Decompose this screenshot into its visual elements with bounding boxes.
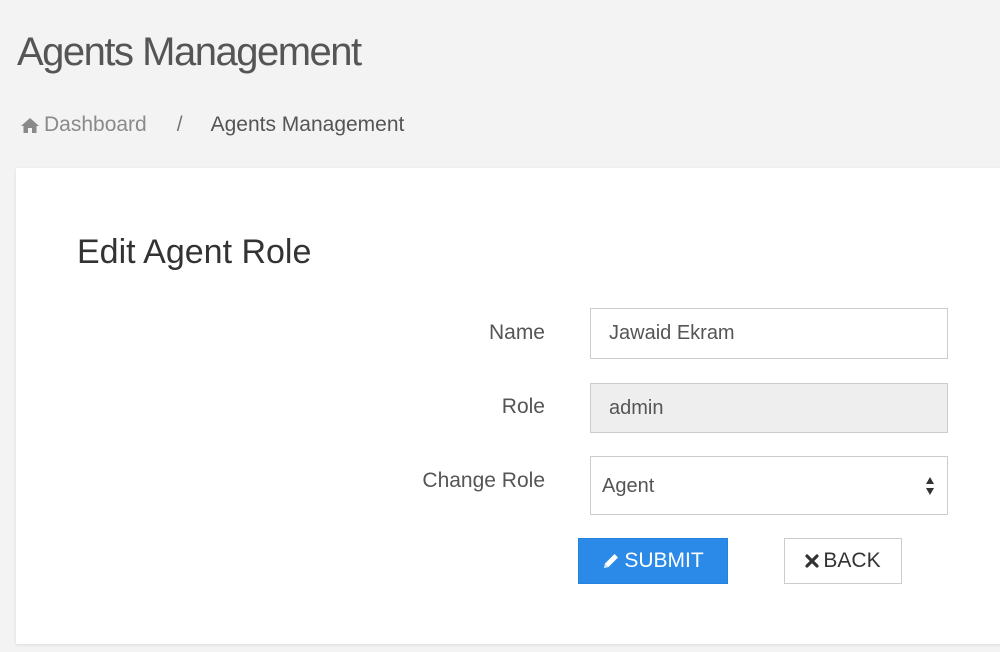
breadcrumb-dashboard-link[interactable]: Dashboard bbox=[20, 111, 147, 139]
edit-role-card: Edit Agent Role Name Role Change Role Ag… bbox=[16, 168, 1000, 644]
breadcrumb-current: Agents Management bbox=[210, 113, 405, 136]
change-role-selected-value: Agent bbox=[602, 475, 655, 497]
home-icon bbox=[21, 117, 39, 133]
breadcrumb-separator: / bbox=[176, 113, 183, 136]
role-field bbox=[590, 383, 948, 433]
submit-button[interactable]: SUBMIT bbox=[578, 538, 728, 584]
name-label: Name bbox=[488, 321, 545, 344]
close-icon bbox=[805, 554, 820, 568]
breadcrumb: Dashboard / Agents Management bbox=[20, 111, 404, 139]
submit-label: SUBMIT bbox=[624, 549, 704, 572]
select-arrows-icon bbox=[926, 477, 934, 495]
form-title: Edit Agent Role bbox=[77, 233, 312, 271]
breadcrumb-dashboard-label: Dashboard bbox=[44, 113, 147, 136]
pencil-icon bbox=[604, 554, 619, 568]
name-field[interactable] bbox=[590, 308, 948, 359]
change-role-label: Change Role bbox=[422, 469, 545, 492]
page-title: Agents Management bbox=[17, 30, 362, 74]
change-role-select[interactable]: Agent bbox=[590, 456, 948, 515]
role-label: Role bbox=[501, 395, 545, 418]
back-button[interactable]: BACK bbox=[784, 538, 902, 584]
back-label: BACK bbox=[823, 549, 881, 572]
